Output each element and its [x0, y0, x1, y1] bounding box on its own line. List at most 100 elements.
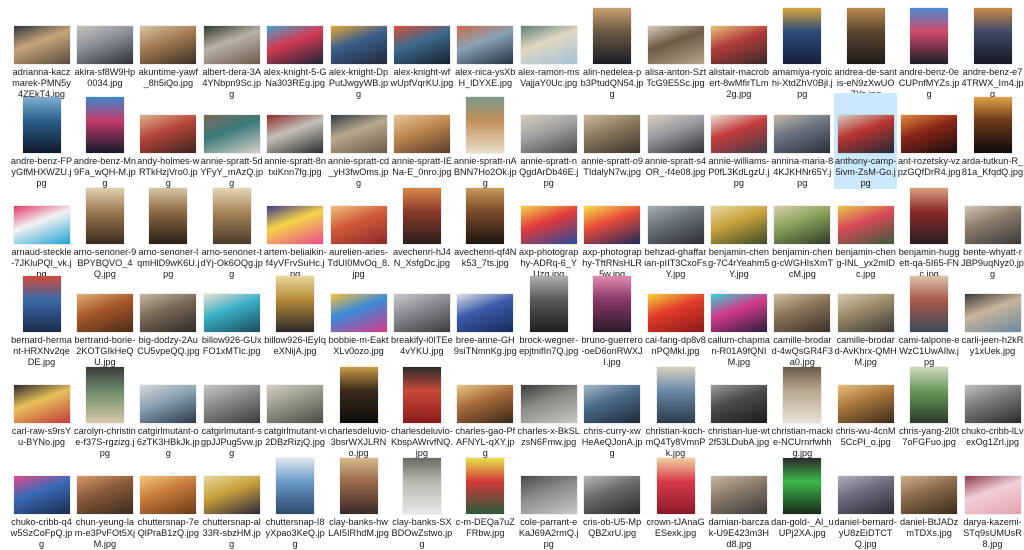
file-item[interactable]: camille-brodard-AvKhrx-QMHM.jpg	[834, 272, 897, 368]
image-thumbnail[interactable]	[22, 276, 61, 332]
file-item[interactable]: annie-spratt-nABNN7Ho2Ok.jpg	[454, 93, 517, 189]
image-thumbnail[interactable]	[584, 206, 641, 244]
image-thumbnail[interactable]	[393, 26, 450, 64]
image-thumbnail[interactable]	[140, 294, 197, 332]
image-thumbnail[interactable]	[529, 276, 568, 332]
file-item[interactable]: annie-spratt-s4OR_-f4e08.jpg	[644, 93, 707, 178]
file-item[interactable]: alex-knight-DpPutJwgyWB.jpg	[327, 4, 390, 100]
file-item[interactable]: artem-beliaikin-f4yVFrvSuHc.jpg	[264, 184, 327, 280]
image-thumbnail[interactable]	[520, 206, 577, 244]
file-item[interactable]: arnaud-steckle-7JKluPQl_vk.jpg	[10, 184, 73, 280]
image-thumbnail[interactable]	[656, 458, 695, 514]
image-thumbnail[interactable]	[520, 26, 577, 64]
file-item[interactable]: bobbie-m-EaktXLv0ozo.jpg	[327, 272, 390, 357]
image-thumbnail[interactable]	[710, 26, 767, 64]
image-thumbnail[interactable]	[783, 8, 822, 64]
file-item[interactable]: catgirlmutant-o6zTK3HBkJk.jpg	[137, 363, 200, 459]
image-thumbnail[interactable]	[140, 115, 197, 153]
file-item[interactable]: annie-spratt-IENa-E_0nro.jpg	[390, 93, 453, 178]
file-item[interactable]: alex-knight-5-GNa303REg.jpg	[264, 4, 327, 89]
image-thumbnail[interactable]	[13, 26, 70, 64]
image-thumbnail[interactable]	[520, 476, 577, 514]
file-item[interactable]: daniel-bernard-yU8zEiDTCTQ.jpg	[834, 454, 897, 550]
file-item[interactable]: callum-chapman-R01A9fQNIM.jpg	[707, 272, 770, 368]
file-item[interactable]: arno-senoner-tdYj-Ok6OQg.jpg	[200, 184, 263, 280]
file-item[interactable]: brock-wegner-epjtnifIn7Q.jpg	[517, 272, 580, 357]
image-thumbnail[interactable]	[846, 8, 885, 64]
file-item[interactable]: c-m-DEQa7uZFRbw.jpg	[454, 454, 517, 539]
image-thumbnail[interactable]	[85, 367, 124, 423]
file-item[interactable]: bree-anne-GH9siTNmnKg.jpg	[454, 272, 517, 357]
image-thumbnail[interactable]	[837, 294, 894, 332]
file-item[interactable]: charles-gao-PfAFNYL-qXY.jpg	[454, 363, 517, 459]
file-item[interactable]: chris-yang-2l0t7oFGFuo.jpg	[898, 363, 961, 448]
image-thumbnail[interactable]	[402, 188, 441, 244]
image-thumbnail[interactable]	[457, 385, 514, 423]
file-item[interactable]: cris-ob-U5-MpQBZxrU.jpg	[581, 454, 644, 539]
file-item[interactable]: chris-wu-4cnM5CcPI_o.jpg	[834, 363, 897, 448]
image-thumbnail[interactable]	[203, 115, 260, 153]
file-item[interactable]: andy-holmes-wRTkHzjVro0.jpg	[137, 93, 200, 189]
image-thumbnail[interactable]	[466, 458, 505, 514]
image-thumbnail[interactable]	[837, 476, 894, 514]
image-thumbnail[interactable]	[13, 476, 70, 514]
image-thumbnail[interactable]	[140, 476, 197, 514]
file-item[interactable]: cai-fang-dp8v8nPQMkI.jpg	[644, 272, 707, 357]
file-item[interactable]: carli-jeen-h2kRy1xUek.jpg	[961, 272, 1024, 357]
file-item[interactable]: carl-raw-s9rsYu-BYNo.jpg	[10, 363, 73, 448]
file-item[interactable]: chuko-cribb-lLvexOg1ZrI.jpg	[961, 363, 1024, 448]
file-item[interactable]: annie-spratt-o9TIdalyN7w.jpg	[581, 93, 644, 178]
image-thumbnail[interactable]	[76, 476, 133, 514]
image-thumbnail[interactable]	[203, 294, 260, 332]
file-item[interactable]: christian-mackie-NCUrnrfwhhg.jpg	[771, 363, 834, 459]
image-thumbnail[interactable]	[964, 476, 1021, 514]
image-thumbnail[interactable]	[76, 294, 133, 332]
image-thumbnail[interactable]	[647, 115, 704, 153]
file-item[interactable]: chun-yeung-lam-e3PvFOt5XjM.jpg	[73, 454, 136, 550]
file-item[interactable]: annie-spratt-cd_yH3fwOms.jpg	[327, 93, 390, 189]
image-thumbnail[interactable]	[22, 97, 61, 153]
image-thumbnail[interactable]	[910, 188, 949, 244]
file-item[interactable]: catgirlmutant-vi2DBzRizjQ.jpg	[264, 363, 327, 448]
file-item[interactable]: arno-senoner-lqmHlD9wK6U.jpg	[137, 184, 200, 280]
file-item[interactable]: behzad-ghaffarian-pIIT3CxoFsY.jpg	[644, 184, 707, 280]
image-thumbnail[interactable]	[276, 458, 315, 514]
file-item[interactable]: bente-whyatt-rJBP9uqNyz0.jpg	[961, 184, 1024, 280]
image-thumbnail[interactable]	[584, 115, 641, 153]
image-thumbnail[interactable]	[901, 115, 958, 153]
file-item[interactable]: camille-brodard-4wQsGR4F3a0.jpg	[771, 272, 834, 368]
image-thumbnail[interactable]	[901, 476, 958, 514]
file-item[interactable]: damian-barczak-U9E423m3Hd8.jpg	[707, 454, 770, 550]
image-thumbnail[interactable]	[330, 115, 387, 153]
image-thumbnail[interactable]	[267, 206, 324, 244]
image-thumbnail[interactable]	[339, 458, 378, 514]
image-thumbnail[interactable]	[647, 294, 704, 332]
image-thumbnail[interactable]	[584, 385, 641, 423]
image-thumbnail[interactable]	[267, 115, 324, 153]
file-item[interactable]: christian-koch-mQ4Ty8VmnPk.jpg	[644, 363, 707, 459]
image-thumbnail[interactable]	[203, 385, 260, 423]
image-thumbnail[interactable]	[212, 188, 251, 244]
file-item[interactable]: charles-x-BkSLzsN6Fmw.jpg	[517, 363, 580, 448]
file-item[interactable]: cami-talpone-eWzC1UwAIlw.jpg	[898, 272, 961, 368]
file-item[interactable]: clay-banks-SXBDOwZstwo.jpg	[390, 454, 453, 550]
file-item[interactable]: chris-curry-xwHeAeQJonA.jpg	[581, 363, 644, 459]
file-item[interactable]: alex-nica-ysXbH_lDYXE.jpg	[454, 4, 517, 89]
file-item[interactable]: breakify-i0ITEe4vYKU.jpg	[390, 272, 453, 357]
file-item[interactable]: andrea-de-santis-eN9zXwUOZYo.jpg	[834, 4, 897, 100]
image-thumbnail[interactable]	[647, 206, 704, 244]
image-thumbnail[interactable]	[330, 206, 387, 244]
image-thumbnail[interactable]	[466, 188, 505, 244]
image-thumbnail[interactable]	[837, 115, 894, 153]
image-thumbnail[interactable]	[85, 97, 124, 153]
file-item[interactable]: annie-spratt-nQgdArDb46E.jpg	[517, 93, 580, 189]
image-thumbnail[interactable]	[910, 367, 949, 423]
file-item[interactable]: axp-photography-ADRq-6_YUzg.jpg	[517, 184, 580, 280]
image-thumbnail[interactable]	[910, 276, 949, 332]
image-thumbnail[interactable]	[330, 26, 387, 64]
image-thumbnail[interactable]	[13, 206, 70, 244]
image-thumbnail[interactable]	[140, 26, 197, 64]
file-item[interactable]: andre-benz-e74TRWX_Im4.jpg	[961, 4, 1024, 100]
file-item[interactable]: axp-photography-TftRNsHLR5w.jpg	[581, 184, 644, 280]
file-item[interactable]: bertrand-borie-2KOTGIkHeQU.jpg	[73, 272, 136, 368]
